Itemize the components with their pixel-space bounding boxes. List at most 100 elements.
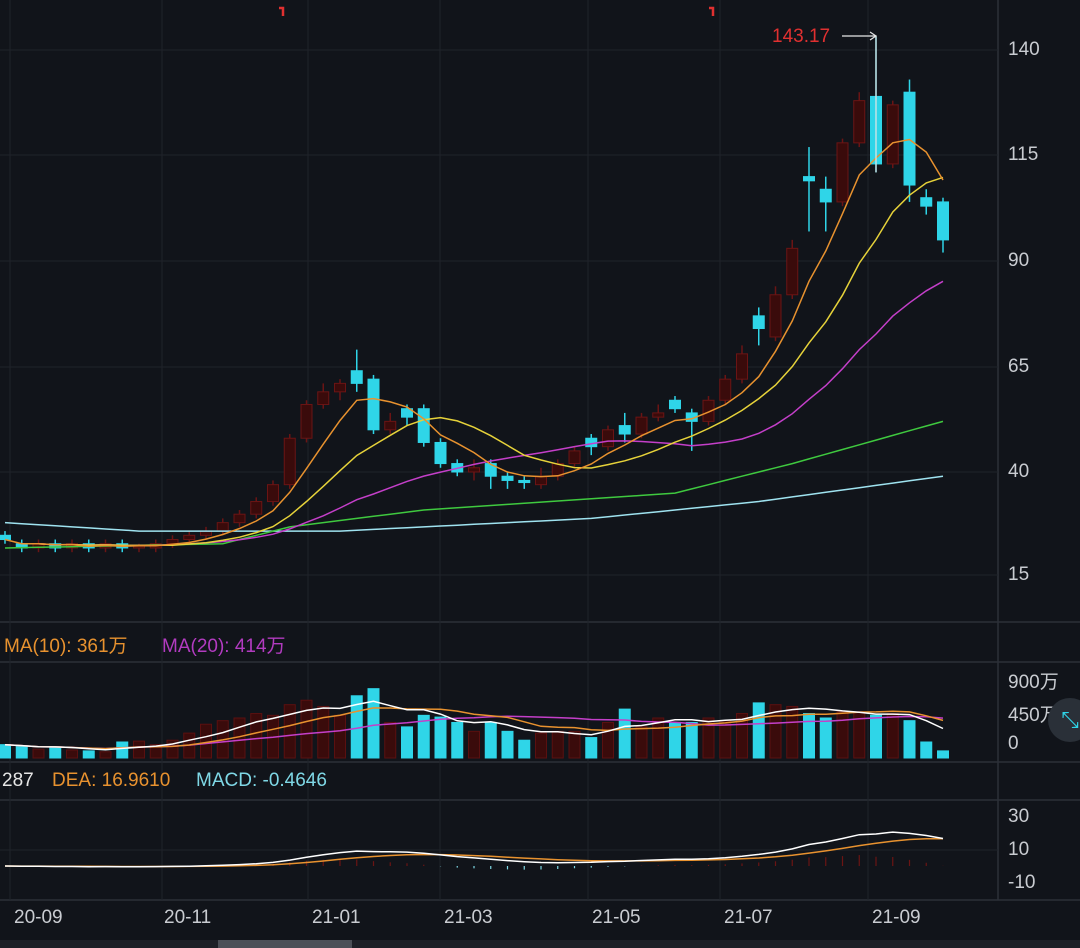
stock-chart	[0, 0, 1080, 901]
volume-bar	[886, 713, 899, 759]
volume-bar	[367, 688, 380, 759]
candle-up	[652, 412, 665, 418]
volume-bar	[752, 702, 765, 759]
volume-bar	[434, 716, 447, 759]
candle-up	[635, 416, 648, 435]
candle-up	[602, 429, 614, 448]
candle-down	[937, 201, 949, 241]
candle-up	[535, 475, 547, 486]
candle-down	[803, 176, 815, 182]
candle-down	[669, 399, 681, 410]
date-tick: 20-09	[14, 907, 63, 928]
candle-down	[819, 188, 832, 203]
volume-bar	[903, 720, 916, 759]
volume-bar	[0, 744, 11, 759]
candle-down	[501, 475, 514, 481]
volume-bar	[82, 750, 95, 759]
volume-tick: 0	[1008, 733, 1019, 754]
macd-tick: 10	[1008, 839, 1030, 860]
volume-bar	[819, 717, 832, 759]
candle-down	[434, 441, 447, 465]
volume-bar	[451, 721, 464, 759]
price-tick: 40	[1008, 461, 1030, 482]
max-price-marker: 143.17	[772, 26, 831, 47]
candle-down	[752, 315, 765, 330]
volume-bar	[937, 750, 949, 759]
candle-up	[267, 484, 279, 503]
macd-label: MACD: -0.4646	[196, 770, 327, 791]
volume-ma10-label: MA(10): 361万	[4, 636, 128, 657]
price-tick: 65	[1008, 356, 1030, 377]
volume-ma20-label: MA(20): 414万	[162, 636, 286, 657]
ma5-line	[4, 138, 944, 548]
date-tick: 21-03	[444, 907, 493, 928]
candle-up	[468, 467, 480, 473]
time-scrollbar[interactable]	[0, 940, 1080, 948]
candle-down	[417, 408, 430, 443]
candle-up	[250, 501, 263, 515]
volume-bar	[685, 721, 698, 759]
volume-bar	[585, 737, 598, 759]
dea-line	[4, 837, 943, 868]
ma10-line	[21, 176, 944, 547]
volume-bar	[66, 749, 78, 759]
volume-bar	[300, 699, 313, 759]
date-tick: 21-01	[312, 907, 361, 928]
volume-bar	[384, 721, 397, 759]
candle-down	[618, 425, 631, 435]
volume-tick: 900万	[1008, 672, 1059, 693]
candle-up	[769, 294, 782, 338]
candle-up	[300, 403, 313, 439]
signal-marker	[709, 6, 715, 16]
volume-bar	[568, 730, 581, 759]
candle-down	[367, 378, 380, 431]
candle-up	[568, 450, 581, 465]
volume-bar	[49, 746, 62, 759]
price-tick: 15	[1008, 564, 1030, 585]
volume-bar	[401, 726, 413, 759]
expand-icon: ⤡	[1061, 707, 1079, 732]
volume-bar	[250, 713, 263, 759]
dif-line	[4, 831, 944, 868]
volume-bar	[836, 711, 849, 759]
scrollbar-thumb[interactable]	[218, 940, 352, 948]
signal-marker	[279, 6, 285, 16]
candle-up	[384, 420, 397, 431]
date-tick: 21-09	[872, 907, 921, 928]
candle-up	[283, 437, 296, 486]
volume-bar	[635, 726, 648, 759]
candle-up	[719, 378, 732, 401]
candle-up	[317, 391, 330, 405]
candle-up	[886, 104, 899, 165]
price-tick: 90	[1008, 250, 1030, 271]
volume-bar	[99, 751, 112, 759]
volume-bar	[786, 705, 799, 759]
candle-up	[853, 100, 866, 144]
price-tick: 140	[1008, 39, 1040, 60]
volume-bar	[468, 730, 480, 759]
candle-up	[786, 247, 799, 296]
candle-up	[836, 142, 849, 203]
candle-down	[518, 479, 531, 484]
candle-up	[183, 534, 196, 541]
volume-bar	[803, 713, 815, 759]
candle-up	[736, 353, 748, 380]
price-tick: 115	[1008, 144, 1039, 165]
volume-bar	[602, 721, 614, 759]
date-tick: 20-11	[164, 907, 212, 928]
macd-tick: 30	[1008, 806, 1030, 827]
candle-down	[350, 370, 363, 384]
macd-tick: -10	[1008, 872, 1036, 893]
candle-up	[216, 522, 229, 532]
volume-bar	[870, 714, 882, 759]
volume-bar	[484, 721, 497, 759]
ma120-line	[4, 475, 944, 532]
volume-bar	[116, 741, 129, 759]
volume-bar	[32, 748, 45, 759]
ma60-line	[4, 420, 944, 549]
volume-bar	[200, 723, 212, 759]
dif-label: 287	[2, 770, 34, 791]
volume-bar	[719, 720, 732, 759]
volume-bar	[551, 730, 564, 759]
date-tick: 21-05	[592, 907, 641, 928]
